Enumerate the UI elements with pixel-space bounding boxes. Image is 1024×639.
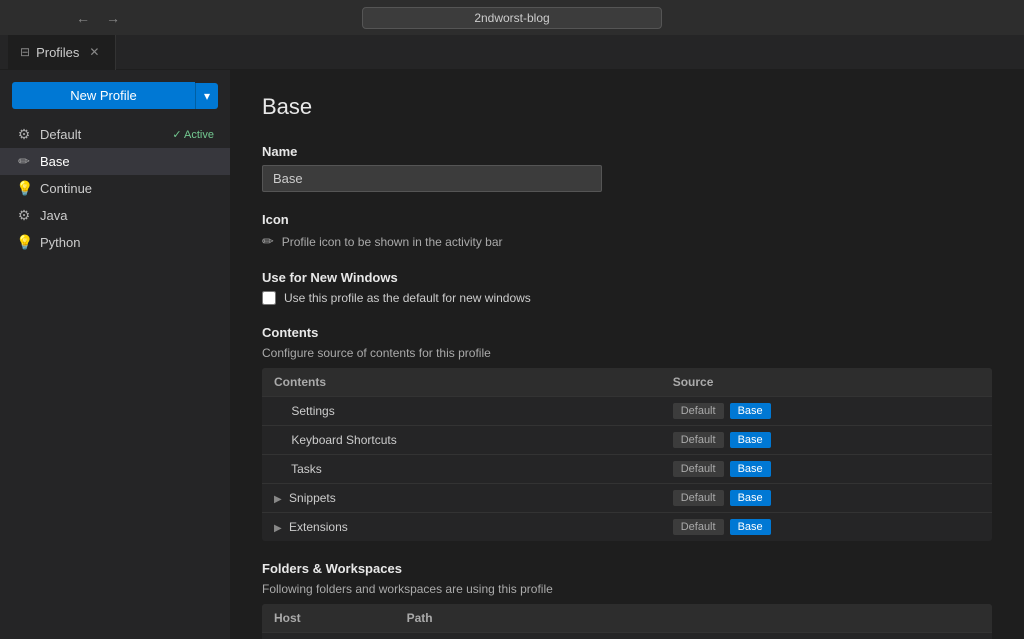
path-cell: /Users/tamas/git/email-sourcing-pipeline (395, 633, 992, 639)
source-default-button[interactable]: Default (673, 519, 724, 535)
contents-title: Contents (262, 325, 992, 340)
new-profile-button[interactable]: New Profile (12, 82, 195, 109)
default-icon: ⚙ (16, 126, 32, 143)
tab-icon: ⊟ (20, 45, 30, 59)
forward-button[interactable]: → (100, 6, 126, 30)
contents-label: Snippets (289, 491, 336, 505)
icon-section: Icon ✏ Profile icon to be shown in the a… (262, 212, 992, 250)
contents-section: Contents Configure source of contents fo… (262, 325, 992, 541)
expand-icon[interactable]: ▶ (274, 494, 282, 505)
contents-label: Extensions (289, 520, 348, 534)
sidebar-items-list: ⚙ Default ✓ Active ✏ Base 💡 Continue ⚙ J… (0, 121, 230, 256)
contents-label: Settings (291, 404, 334, 418)
name-section: Name (262, 144, 992, 192)
source-base-button[interactable]: Base (730, 403, 771, 419)
icon-section-title: Icon (262, 212, 992, 227)
contents-cell: Tasks (262, 455, 661, 484)
profiles-tab[interactable]: ⊟ Profiles ✕ (8, 35, 116, 70)
col-source-header: Source (661, 368, 992, 397)
source-default-button[interactable]: Default (673, 432, 724, 448)
col-contents-header: Contents (262, 368, 661, 397)
sidebar-item-badge-default: ✓ Active (172, 128, 214, 141)
sidebar-item-python[interactable]: 💡 Python (0, 229, 230, 256)
contents-cell: Settings (262, 397, 661, 426)
contents-label: Tasks (291, 462, 322, 476)
continue-icon: 💡 (16, 180, 32, 197)
folders-title: Folders & Workspaces (262, 561, 992, 576)
table-row: ▶ Extensions Default Base (262, 513, 992, 542)
titlebar: ← → (0, 0, 1024, 35)
sidebar-item-label-python: Python (40, 235, 214, 250)
new-windows-checkbox[interactable] (262, 291, 276, 305)
java-icon: ⚙ (16, 207, 32, 224)
contents-tbody: Settings Default Base Keyboard Shortcuts… (262, 397, 992, 542)
tabbar: ⊟ Profiles ✕ (0, 35, 1024, 70)
contents-cell: ▶ Extensions (262, 513, 661, 542)
sidebar-item-label-continue: Continue (40, 181, 214, 196)
sidebar-item-java[interactable]: ⚙ Java (0, 202, 230, 229)
source-default-button[interactable]: Default (673, 461, 724, 477)
source-base-button[interactable]: Base (730, 432, 771, 448)
new-windows-checkbox-row: Use this profile as the default for new … (262, 291, 992, 305)
folders-tbody: Local /Users/tamas/git/email-sourcing-pi… (262, 633, 992, 639)
table-row: ▶ Snippets Default Base (262, 484, 992, 513)
folders-section: Folders & Workspaces Following folders a… (262, 561, 992, 639)
table-row: Settings Default Base (262, 397, 992, 426)
source-default-button[interactable]: Default (673, 490, 724, 506)
folders-desc: Following folders and workspaces are usi… (262, 582, 992, 596)
icon-row: ✏ Profile icon to be shown in the activi… (262, 233, 992, 250)
sidebar-item-label-java: Java (40, 208, 214, 223)
titlebar-nav: ← → (70, 6, 126, 30)
new-windows-section: Use for New Windows Use this profile as … (262, 270, 992, 305)
back-button[interactable]: ← (70, 6, 96, 30)
new-profile-container: New Profile ▾ (12, 82, 218, 109)
folders-table: Host Path Local /Users/tamas/git/email-s… (262, 604, 992, 639)
host-cell: Local (262, 633, 395, 639)
search-input[interactable] (362, 7, 662, 29)
sidebar: New Profile ▾ ⚙ Default ✓ Active ✏ Base … (0, 70, 230, 639)
base-icon: ✏ (16, 153, 32, 170)
col-host-header: Host (262, 604, 395, 633)
name-section-title: Name (262, 144, 992, 159)
source-base-button[interactable]: Base (730, 490, 771, 506)
sidebar-item-continue[interactable]: 💡 Continue (0, 175, 230, 202)
col-path-header: Path (395, 604, 992, 633)
profile-icon: ✏ (262, 233, 274, 250)
source-base-button[interactable]: Base (730, 519, 771, 535)
python-icon: 💡 (16, 234, 32, 251)
page-title: Base (262, 94, 992, 120)
sidebar-item-label-base: Base (40, 154, 214, 169)
main-layout: New Profile ▾ ⚙ Default ✓ Active ✏ Base … (0, 70, 1024, 639)
table-row: Tasks Default Base (262, 455, 992, 484)
source-cell: Default Base (661, 397, 992, 426)
table-row: Keyboard Shortcuts Default Base (262, 426, 992, 455)
sidebar-item-base[interactable]: ✏ Base (0, 148, 230, 175)
tab-close-button[interactable]: ✕ (85, 43, 103, 61)
expand-icon[interactable]: ▶ (274, 523, 282, 534)
name-input[interactable] (262, 165, 602, 192)
source-default-button[interactable]: Default (673, 403, 724, 419)
source-cell: Default Base (661, 513, 992, 542)
tab-label: Profiles (36, 45, 79, 60)
sidebar-item-label-default: Default (40, 127, 164, 142)
new-windows-title: Use for New Windows (262, 270, 992, 285)
icon-desc: Profile icon to be shown in the activity… (282, 235, 503, 249)
source-base-button[interactable]: Base (730, 461, 771, 477)
new-windows-label: Use this profile as the default for new … (284, 291, 531, 305)
table-row: Local /Users/tamas/git/email-sourcing-pi… (262, 633, 992, 639)
contents-table: Contents Source Settings Default Base Ke… (262, 368, 992, 541)
contents-cell: Keyboard Shortcuts (262, 426, 661, 455)
contents-cell: ▶ Snippets (262, 484, 661, 513)
contents-label: Keyboard Shortcuts (291, 433, 396, 447)
source-cell: Default Base (661, 426, 992, 455)
source-cell: Default Base (661, 484, 992, 513)
sidebar-item-default[interactable]: ⚙ Default ✓ Active (0, 121, 230, 148)
source-cell: Default Base (661, 455, 992, 484)
contents-desc: Configure source of contents for this pr… (262, 346, 992, 360)
content-area: Base Name Icon ✏ Profile icon to be show… (230, 70, 1024, 639)
new-profile-dropdown-button[interactable]: ▾ (195, 83, 218, 109)
